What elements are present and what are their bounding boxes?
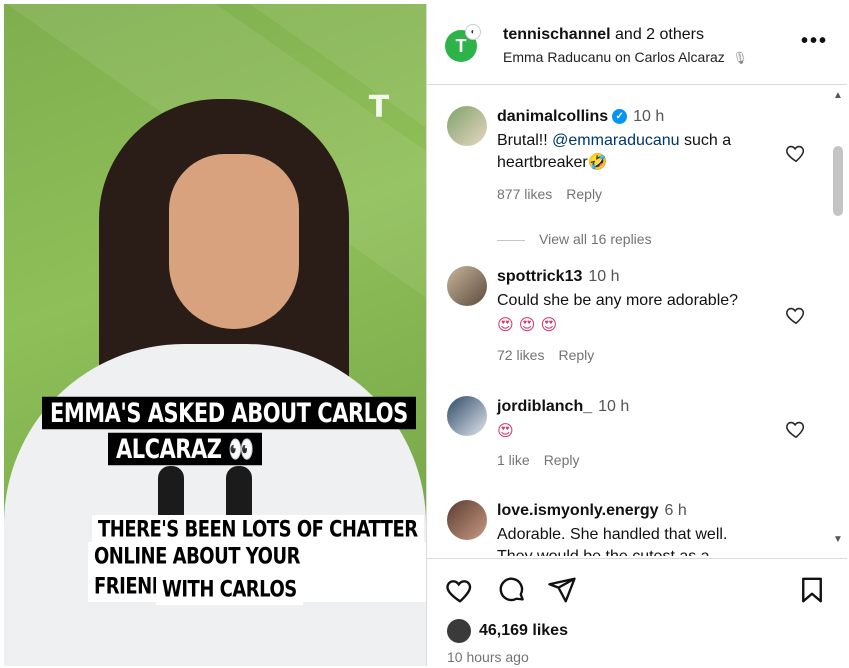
- video-caption-line: ALCARAZ 👀: [108, 432, 262, 466]
- share-send-icon[interactable]: [547, 575, 577, 605]
- mention-link[interactable]: @emmaraducanu: [552, 132, 679, 149]
- like-comment-heart-icon[interactable]: [785, 418, 807, 440]
- video-subtitle-line: WITH CARLOS: [156, 575, 303, 605]
- comment-username-row: spottrick13 10 h: [497, 268, 620, 286]
- comment-bubble-icon[interactable]: [497, 575, 527, 605]
- comment-time: 10 h: [598, 398, 630, 415]
- comment-username-row: love.ismyonly.energy 6 h: [497, 502, 687, 520]
- comment-username[interactable]: danimalcollins: [497, 108, 608, 125]
- comment-text-part: Brutal!!: [497, 132, 553, 149]
- comment-time: 10 h: [588, 268, 620, 285]
- author-avatar[interactable]: T ◐: [445, 24, 481, 62]
- comments-list: danimalcollins ✓ 10 h Brutal!! @emmaraduca…: [427, 86, 833, 556]
- post-viewer: T EMMA'S ASKED ABOUT CARLOS ALCARAZ 👀 TH…: [0, 0, 849, 668]
- comment-text: They would be the cutest as a: [497, 546, 817, 556]
- more-options-icon[interactable]: •••: [801, 30, 828, 53]
- comment-username-row: jordiblanch_ 10 h: [497, 398, 629, 416]
- liker-avatar[interactable]: [447, 619, 471, 643]
- tennis-channel-watermark: T: [368, 90, 390, 125]
- scroll-up-arrow-icon[interactable]: ▲: [833, 90, 843, 101]
- post-authors: tennischannel and 2 others: [503, 26, 704, 44]
- comment-time: 6 h: [664, 502, 687, 519]
- view-replies-button[interactable]: View all 16 replies: [497, 231, 652, 247]
- speaker-face: [169, 154, 299, 329]
- like-comment-heart-icon[interactable]: [785, 304, 807, 326]
- scroll-down-arrow-icon[interactable]: ▼: [833, 534, 843, 545]
- video-subtitle-line: THERE'S BEEN LOTS OF CHATTER: [92, 515, 424, 545]
- comments-scrollbar[interactable]: ▲ ▼: [831, 86, 845, 556]
- comment-username-row: danimalcollins ✓ 10 h: [497, 108, 664, 126]
- view-replies-label: View all 16 replies: [539, 231, 652, 247]
- comment-meta: 877 likes Reply: [497, 186, 616, 202]
- collab-badge-icon: ◐: [465, 24, 481, 40]
- comment-meta: 72 likes Reply: [497, 347, 608, 363]
- comment-text: Adorable. She handled that well.: [497, 526, 728, 543]
- comment-emoji: 😍 😍 😍: [497, 315, 558, 334]
- comment-username[interactable]: love.ismyonly.energy: [497, 502, 659, 519]
- comment-username[interactable]: jordiblanch_: [497, 398, 592, 415]
- comment-text: Could she be any more adorable?: [497, 292, 739, 309]
- others-link[interactable]: and 2 others: [615, 26, 704, 43]
- post-subtitle: Emma Raducanu on Carlos Alcaraz 🎙: [503, 49, 748, 65]
- reply-button[interactable]: Reply: [558, 347, 594, 363]
- comment-meta: 1 like Reply: [497, 452, 593, 468]
- author-username[interactable]: tennischannel: [503, 26, 611, 43]
- comment-likes[interactable]: 1 like: [497, 452, 530, 468]
- comments-panel: T ◐ tennischannel and 2 others Emma Radu…: [426, 4, 847, 666]
- reply-button[interactable]: Reply: [544, 452, 580, 468]
- reply-button[interactable]: Reply: [566, 186, 602, 202]
- post-actions: 46,169 likes 10 hours ago: [427, 558, 847, 667]
- comment-likes[interactable]: 877 likes: [497, 186, 552, 202]
- audio-title[interactable]: Emma Raducanu on Carlos Alcaraz: [503, 49, 725, 65]
- commenter-avatar[interactable]: [447, 106, 487, 146]
- comment-text: Brutal!! @emmaraducanu such a heartbreak…: [497, 130, 777, 174]
- author-avatar-letter: T: [455, 36, 467, 56]
- video-caption-line: EMMA'S ASKED ABOUT CARLOS: [42, 396, 416, 430]
- like-heart-icon[interactable]: [445, 575, 475, 605]
- save-bookmark-icon[interactable]: [797, 575, 827, 605]
- speaker-body: [4, 344, 426, 666]
- likes-count[interactable]: 46,169 likes: [479, 622, 568, 640]
- post-video[interactable]: T EMMA'S ASKED ABOUT CARLOS ALCARAZ 👀 TH…: [4, 4, 426, 666]
- commenter-avatar[interactable]: [447, 266, 487, 306]
- post-timestamp: 10 hours ago: [447, 649, 529, 665]
- like-comment-heart-icon[interactable]: [785, 142, 807, 164]
- commenter-avatar[interactable]: [447, 396, 487, 436]
- comment-likes[interactable]: 72 likes: [497, 347, 544, 363]
- comment-emoji: 😍: [497, 421, 514, 440]
- post-header: T ◐ tennischannel and 2 others Emma Radu…: [427, 4, 847, 85]
- scrollbar-thumb[interactable]: [833, 146, 843, 216]
- commenter-avatar[interactable]: [447, 500, 487, 540]
- comment-username[interactable]: spottrick13: [497, 268, 582, 285]
- comment-time: 10 h: [633, 108, 665, 125]
- microphone-icon: 🎙: [732, 51, 748, 65]
- verified-badge-icon: ✓: [612, 109, 628, 125]
- replies-divider: [497, 239, 525, 241]
